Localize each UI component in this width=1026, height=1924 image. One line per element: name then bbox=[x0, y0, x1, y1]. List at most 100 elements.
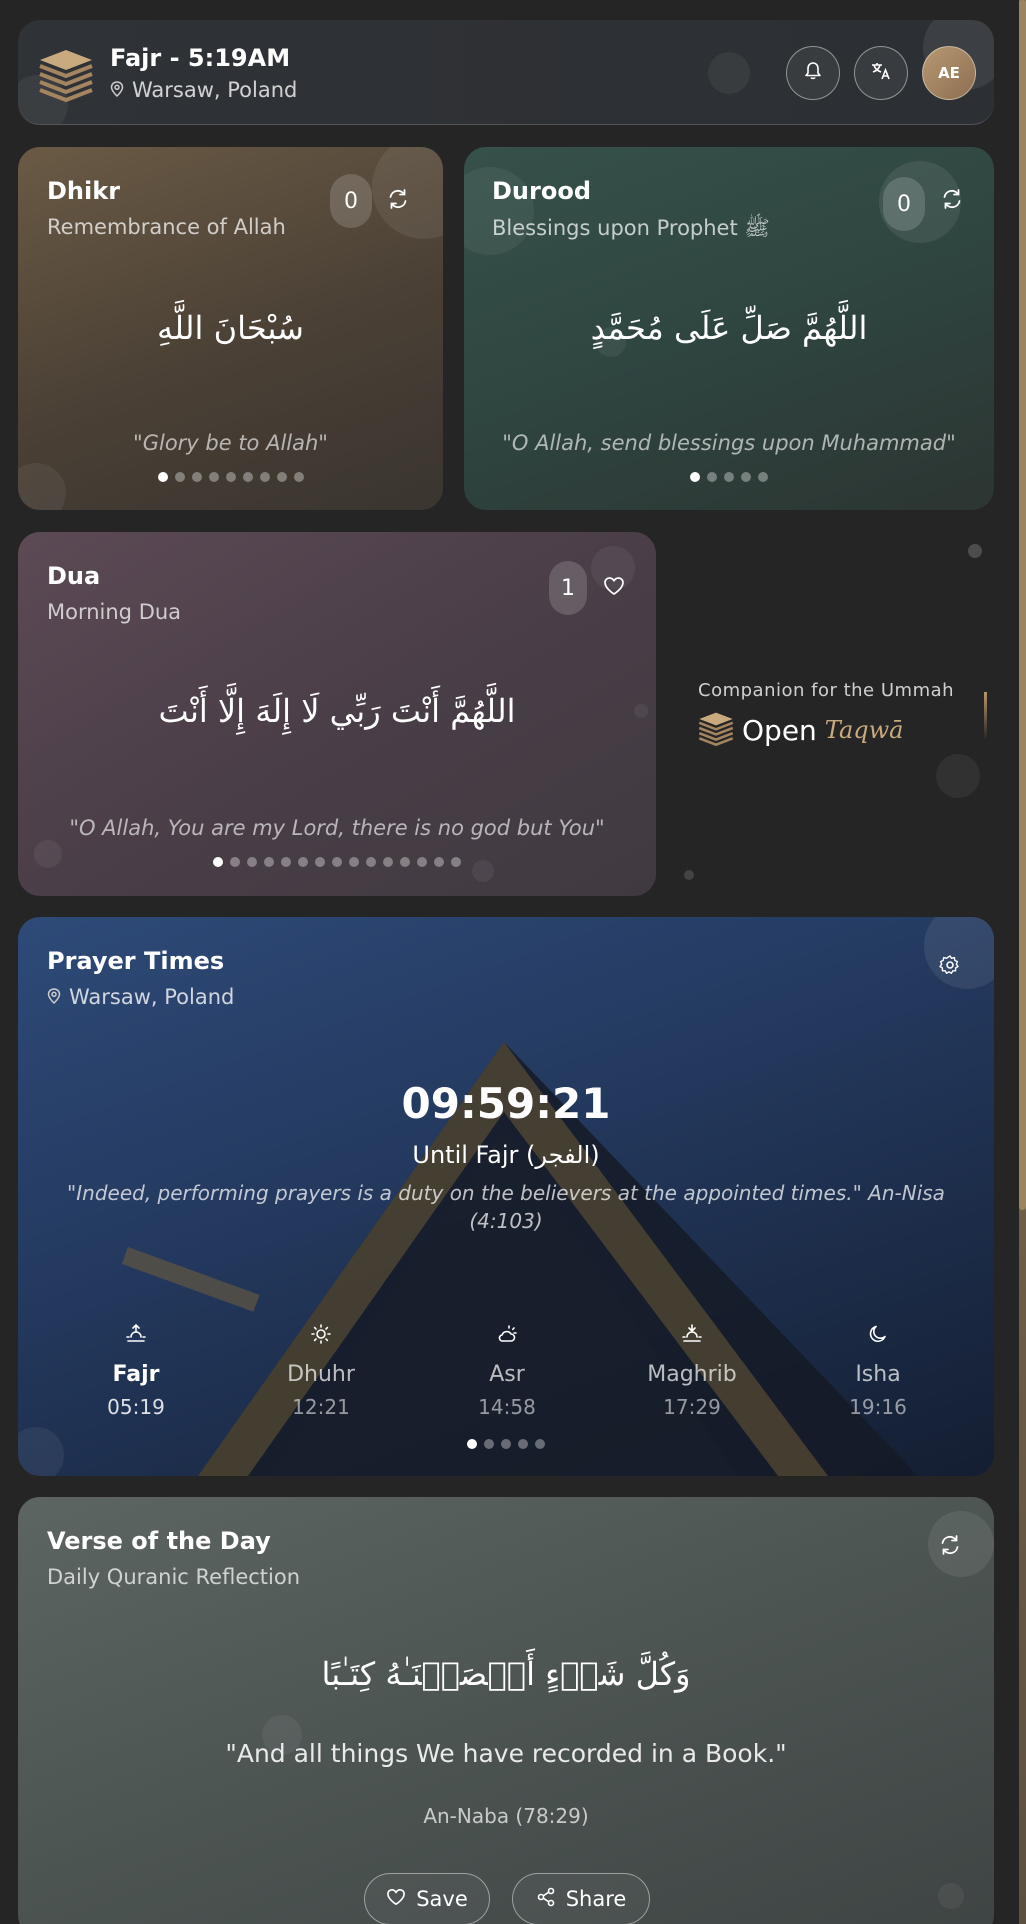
notifications-button[interactable] bbox=[786, 46, 840, 100]
pagination-dot[interactable] bbox=[758, 472, 768, 482]
pagination-dot[interactable] bbox=[213, 857, 223, 867]
brand-name-primary: Open bbox=[742, 713, 817, 747]
save-button[interactable]: Save bbox=[364, 1873, 490, 1924]
durood-pagination[interactable] bbox=[464, 472, 994, 482]
pagination-dot[interactable] bbox=[230, 857, 240, 867]
brand-tagline: Companion for the Ummah bbox=[698, 680, 955, 701]
verse-translation: "And all things We have recorded in a Bo… bbox=[225, 1739, 787, 1768]
prayer-name: Fajr bbox=[112, 1362, 160, 1387]
location-pin-icon bbox=[110, 78, 124, 102]
pagination-dot[interactable] bbox=[276, 472, 287, 482]
prayer-settings-button[interactable] bbox=[936, 953, 964, 981]
pagination-dot[interactable] bbox=[741, 472, 751, 482]
dhikr-arabic: سُبْحَانَ اللَّهِ bbox=[157, 309, 304, 347]
durood-counter[interactable]: 0 bbox=[883, 177, 925, 231]
verse-arabic: وَكُلَّ شَىۡءٍ أَحۡصَيۡنَـٰهُ كِتَـٰبًا bbox=[321, 1655, 691, 1693]
prayer-name: Dhuhr bbox=[287, 1362, 355, 1387]
pagination-dot[interactable] bbox=[315, 857, 325, 867]
sunrise-icon bbox=[61, 1322, 211, 1350]
dhikr-card[interactable]: Dhikr Remembrance of Allah 0 سُبْحَانَ ا… bbox=[18, 147, 443, 510]
prayer-time-value: 19:16 bbox=[849, 1395, 907, 1419]
pagination-dot[interactable] bbox=[724, 472, 734, 482]
durood-reset-button[interactable] bbox=[938, 187, 966, 215]
dhikr-reset-button[interactable] bbox=[384, 187, 412, 215]
prayer-time-maghrib: Maghrib 17:29 bbox=[617, 1322, 767, 1419]
pagination-dot[interactable] bbox=[332, 857, 342, 867]
user-avatar[interactable]: AE bbox=[922, 46, 976, 100]
save-label: Save bbox=[416, 1887, 468, 1911]
pagination-dot[interactable] bbox=[417, 857, 427, 867]
pagination-dot[interactable] bbox=[383, 857, 393, 867]
dua-card[interactable]: Dua Morning Dua 1 اللَّهُمَّ أَنْتَ رَبِ… bbox=[18, 532, 656, 896]
pagination-dot[interactable] bbox=[247, 857, 257, 867]
pagination-dot[interactable] bbox=[484, 1439, 494, 1449]
header-bar: Fajr - 5:19AM Warsaw, Poland AE bbox=[18, 20, 994, 125]
pagination-dot[interactable] bbox=[242, 472, 253, 482]
pagination-dot[interactable] bbox=[707, 472, 717, 482]
pagination-dot[interactable] bbox=[501, 1439, 511, 1449]
dhikr-pagination[interactable] bbox=[18, 472, 443, 482]
brand-logo: Open Taqwā bbox=[698, 710, 903, 750]
durood-card[interactable]: Durood Blessings upon Prophet ﷺ 0 اللَّه… bbox=[464, 147, 994, 510]
prayer-time-value: 12:21 bbox=[292, 1395, 350, 1419]
prayer-time-value: 14:58 bbox=[478, 1395, 536, 1419]
pagination-dot[interactable] bbox=[225, 472, 236, 482]
pagination-dot[interactable] bbox=[281, 857, 291, 867]
pagination-dot[interactable] bbox=[264, 857, 274, 867]
share-button[interactable]: Share bbox=[512, 1873, 650, 1924]
prayer-until-label: Until Fajr (الفجر) bbox=[412, 1141, 600, 1169]
prayer-time-fajr: Fajr 05:19 bbox=[61, 1322, 211, 1419]
prayer-countdown: 09:59:21 bbox=[401, 1079, 611, 1128]
pagination-dot[interactable] bbox=[191, 472, 202, 482]
pagination-dot[interactable] bbox=[366, 857, 376, 867]
prayer-time-value: 17:29 bbox=[663, 1395, 721, 1419]
brand-name-script: Taqwā bbox=[824, 716, 904, 744]
pagination-dot[interactable] bbox=[535, 1439, 545, 1449]
verse-title: Verse of the Day bbox=[47, 1527, 271, 1555]
share-label: Share bbox=[565, 1887, 627, 1911]
translate-icon bbox=[870, 60, 892, 86]
pagination-dot[interactable] bbox=[157, 472, 168, 482]
prayer-time-value: 05:19 bbox=[107, 1395, 165, 1419]
pagination-dot[interactable] bbox=[451, 857, 461, 867]
prayer-quote: "Indeed, performing prayers is a duty on… bbox=[67, 1181, 945, 1233]
app-logo-icon bbox=[38, 46, 94, 106]
prayer-time-isha: Isha 19:16 bbox=[803, 1322, 953, 1419]
verse-reference: An-Naba (78:29) bbox=[423, 1804, 589, 1828]
verse-subtitle: Daily Quranic Reflection bbox=[47, 1565, 301, 1589]
heart-icon bbox=[386, 1887, 406, 1911]
pagination-dot[interactable] bbox=[400, 857, 410, 867]
cloud-sun-icon bbox=[432, 1322, 582, 1350]
dhikr-title: Dhikr bbox=[47, 177, 121, 205]
refresh-icon bbox=[939, 1534, 961, 1560]
pagination-dot[interactable] bbox=[467, 1439, 477, 1449]
scrollbar-thumb[interactable] bbox=[1019, 0, 1026, 1210]
pagination-dot[interactable] bbox=[690, 472, 700, 482]
prayer-location-label: Warsaw, Poland bbox=[69, 985, 235, 1009]
pagination-dot[interactable] bbox=[293, 472, 304, 482]
prayer-times-card: Prayer Times Warsaw, Poland 09:59:21 Unt… bbox=[18, 917, 994, 1476]
pagination-dot[interactable] bbox=[349, 857, 359, 867]
prayer-location: Warsaw, Poland bbox=[47, 985, 234, 1009]
gear-icon bbox=[939, 954, 961, 980]
dua-pagination[interactable] bbox=[18, 857, 656, 867]
pagination-dot[interactable] bbox=[208, 472, 219, 482]
prayer-pagination[interactable] bbox=[18, 1439, 994, 1449]
language-button[interactable] bbox=[854, 46, 908, 100]
dhikr-subtitle: Remembrance of Allah bbox=[47, 215, 286, 239]
prayer-name: Isha bbox=[855, 1362, 901, 1387]
header-location: Warsaw, Poland bbox=[110, 78, 297, 102]
brand-panel: Companion for the Ummah Open Taqwā bbox=[664, 532, 994, 896]
dua-counter[interactable]: 1 bbox=[549, 561, 587, 615]
avatar-initials: AE bbox=[938, 64, 960, 82]
sun-icon bbox=[246, 1322, 396, 1350]
header-location-label: Warsaw, Poland bbox=[132, 78, 298, 102]
dua-favorite-button[interactable] bbox=[600, 574, 628, 602]
pagination-dot[interactable] bbox=[259, 472, 270, 482]
pagination-dot[interactable] bbox=[518, 1439, 528, 1449]
pagination-dot[interactable] bbox=[298, 857, 308, 867]
verse-refresh-button[interactable] bbox=[936, 1533, 964, 1561]
pagination-dot[interactable] bbox=[174, 472, 185, 482]
pagination-dot[interactable] bbox=[434, 857, 444, 867]
dhikr-counter[interactable]: 0 bbox=[330, 174, 372, 228]
